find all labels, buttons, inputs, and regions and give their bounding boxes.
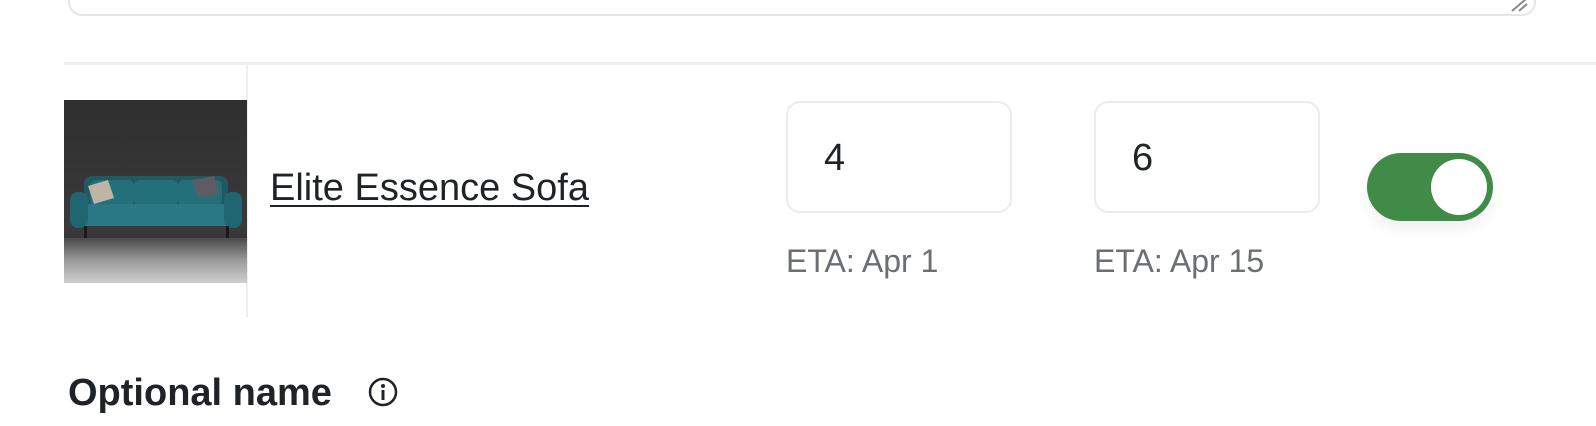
eta-label-2: ETA: Apr 15 xyxy=(1094,243,1265,279)
quantity-input-1[interactable] xyxy=(824,137,984,180)
quantity-field-1[interactable] xyxy=(786,101,1012,213)
quantity-field-2[interactable] xyxy=(1094,101,1320,213)
optional-name-label: Optional name xyxy=(68,372,332,414)
toggle-knob xyxy=(1431,159,1487,215)
resize-handle-icon[interactable] xyxy=(1506,0,1528,12)
info-icon[interactable] xyxy=(367,376,399,408)
thumbnail-cell xyxy=(64,65,248,317)
page: Elite Essence Sofa ETA: Apr 1 ETA: Apr 1… xyxy=(0,0,1596,426)
notes-textarea[interactable] xyxy=(68,0,1536,16)
eta-label-1: ETA: Apr 1 xyxy=(786,243,939,279)
enable-toggle[interactable] xyxy=(1367,153,1493,221)
product-thumbnail xyxy=(64,100,247,283)
sofa-image xyxy=(64,100,247,283)
quantity-input-2[interactable] xyxy=(1132,137,1292,180)
product-row: Elite Essence Sofa ETA: Apr 1 ETA: Apr 1… xyxy=(64,65,1596,317)
product-name-link[interactable]: Elite Essence Sofa xyxy=(270,167,589,210)
